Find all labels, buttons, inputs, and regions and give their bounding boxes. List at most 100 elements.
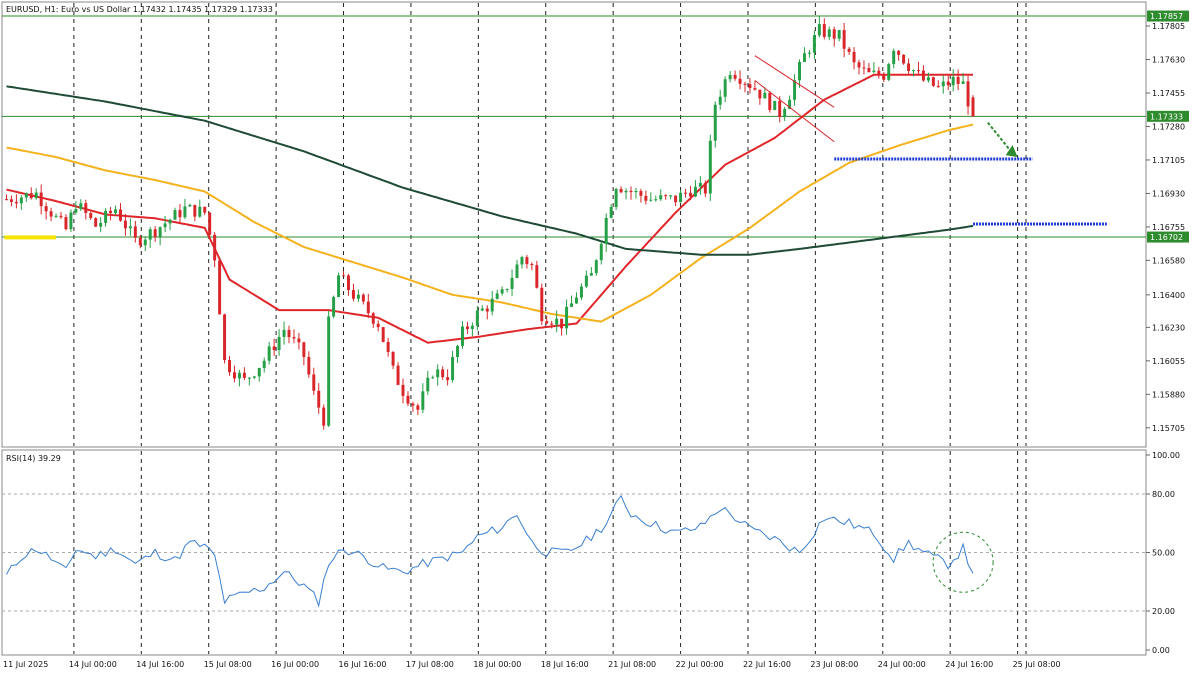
bearish-candle [346, 275, 350, 291]
bearish-candle [203, 206, 207, 213]
bearish-candle [242, 372, 246, 378]
bullish-candle [812, 35, 816, 53]
bearish-candle [178, 210, 182, 218]
bullish-candle [490, 298, 494, 312]
bearish-candle [94, 218, 98, 227]
bullish-candle [510, 277, 514, 289]
bullish-candle [723, 79, 727, 97]
time-tick-label: 21 Jul 08:00 [608, 660, 656, 669]
bearish-candle [485, 308, 489, 312]
bullish-candle [282, 329, 286, 337]
bearish-candle [966, 81, 970, 107]
bullish-candle [267, 346, 271, 361]
rsi-tick-label: 50.00 [1152, 549, 1175, 558]
bullish-candle [495, 293, 499, 299]
bullish-candle [713, 104, 717, 141]
time-tick-label: 14 Jul 16:00 [136, 660, 184, 669]
bearish-candle [936, 85, 940, 87]
bearish-candle [59, 215, 63, 218]
price-tick-label: 1.17105 [1152, 156, 1185, 165]
bullish-candle [24, 193, 28, 198]
bearish-candle [550, 323, 554, 325]
bearish-candle [862, 67, 866, 69]
bullish-candle [515, 264, 519, 278]
bearish-candle [674, 195, 678, 203]
bearish-candle [703, 182, 707, 194]
bullish-candle [188, 204, 192, 207]
bullish-candle [262, 360, 266, 368]
chart-window: 1.17857 1.17333 1.16702 1.17805 1.17630 1.17… [0, 0, 1200, 675]
bullish-candle [158, 227, 162, 237]
bearish-candle [882, 75, 886, 80]
bearish-candle [9, 199, 13, 202]
bullish-candle [163, 223, 167, 228]
price-tick-label: 1.16580 [1152, 256, 1185, 265]
bullish-candle [505, 288, 509, 290]
price-tick-label: 1.16930 [1152, 189, 1185, 198]
bearish-candle [560, 318, 564, 329]
moving-averages [6, 73, 974, 344]
bullish-candle [470, 325, 474, 330]
bearish-candle [302, 342, 306, 357]
bearish-candle [411, 403, 415, 406]
bullish-candle [708, 140, 712, 194]
time-tick-label: 24 Jul 16:00 [945, 660, 993, 669]
bearish-candle [956, 76, 960, 84]
bullish-candle [579, 286, 583, 298]
bearish-candle [213, 234, 217, 261]
highlight-marker [4, 235, 57, 240]
bearish-candle [847, 48, 851, 52]
rsi-tick-label: 100.00 [1152, 451, 1180, 460]
bearish-candle [525, 257, 529, 265]
price-tag-label: 1.17333 [1150, 112, 1183, 121]
bullish-candle [431, 377, 435, 379]
bullish-candle [961, 81, 965, 84]
bullish-candle [574, 297, 578, 304]
bullish-candle [718, 96, 722, 105]
bearish-candle [778, 100, 782, 117]
rsi-highlight-circle [932, 531, 994, 593]
bearish-candle [758, 89, 762, 99]
bearish-candle [738, 78, 742, 84]
bearish-candle [852, 51, 856, 63]
bullish-candle [624, 190, 628, 193]
chart-canvas[interactable]: 1.178571.173331.16702 1.178051.176301.17… [0, 0, 1200, 675]
bullish-candle [168, 219, 172, 224]
bullish-candle [69, 212, 73, 230]
time-tick-label: 23 Jul 08:00 [810, 660, 858, 669]
bullish-candle [584, 275, 588, 287]
bearish-candle [193, 204, 197, 217]
bullish-candle [599, 243, 603, 261]
bearish-candle [639, 190, 643, 196]
time-tick-label: 14 Jul 00:00 [69, 660, 117, 669]
bearish-candle [842, 30, 846, 49]
bullish-candle [79, 203, 83, 210]
bearish-candle [921, 70, 925, 81]
bearish-candle [39, 192, 43, 207]
time-axis: 11 Jul 2025 14 Jul 00:00 14 Jul 16:00 15 Ju… [3, 660, 1061, 669]
bearish-candle [371, 313, 375, 324]
bullish-candle [99, 222, 103, 227]
bullish-candle [500, 289, 504, 294]
bullish-candle [793, 80, 797, 100]
bearish-candle [223, 314, 227, 361]
time-tick-label: 17 Jul 08:00 [406, 660, 454, 669]
bearish-candle [946, 81, 950, 86]
time-tick-label: 22 Jul 00:00 [676, 660, 724, 669]
bearish-candle [441, 369, 445, 378]
time-tick-label: 15 Jul 08:00 [204, 660, 252, 669]
bullish-candle [332, 297, 336, 317]
bullish-candle [763, 92, 767, 99]
bearish-candle [312, 374, 316, 391]
price-axis: 1.17805 1.17630 1.17455 1.17280 1.17105 1.169… [1146, 22, 1185, 433]
bullish-candle [198, 206, 202, 217]
bearish-candle [133, 226, 137, 238]
bearish-candle [4, 199, 8, 201]
price-tick-label: 1.17805 [1152, 22, 1185, 31]
bearish-candle [748, 84, 752, 89]
rsi-tick-label: 80.00 [1152, 490, 1175, 499]
bullish-candle [604, 217, 608, 244]
bullish-candle [926, 77, 930, 81]
time-tick-label: 11 Jul 2025 [3, 660, 48, 669]
bearish-candle [138, 237, 142, 246]
